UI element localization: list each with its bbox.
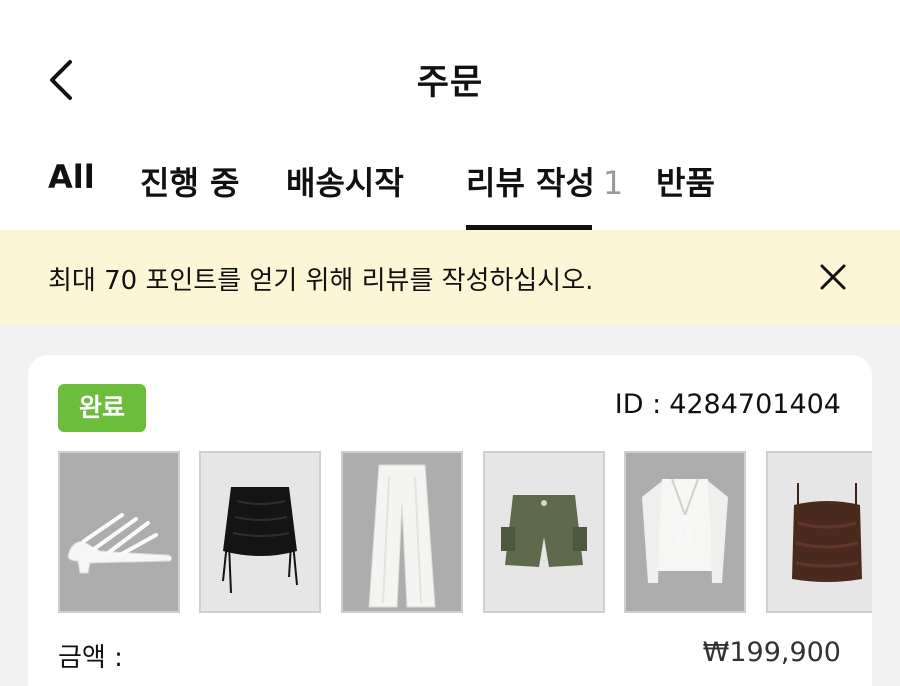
product-thumbnail[interactable]: [766, 451, 872, 613]
product-thumbnail[interactable]: [483, 451, 605, 613]
tab-count-badge: 1: [602, 164, 624, 202]
order-status-tabs: All 진행 중 배송시작 리뷰 작성 1 반품: [0, 132, 900, 230]
shorts-icon: [501, 495, 587, 567]
order-id: ID :4284701404: [615, 389, 841, 420]
product-thumbnail[interactable]: [624, 451, 746, 613]
tab-returns[interactable]: 반품: [656, 158, 715, 230]
cami-icon: [792, 483, 862, 582]
order-id-value: 4284701404: [669, 389, 841, 420]
tab-label: 리뷰 작성: [466, 164, 595, 202]
cardigan-icon: [642, 478, 728, 583]
tab-write-review[interactable]: 리뷰 작성 1: [466, 158, 623, 230]
page-title: 주문: [416, 63, 484, 103]
tab-in-progress[interactable]: 진행 중: [140, 158, 239, 230]
close-icon: [820, 264, 846, 290]
banner-text: 최대 70 포인트를 얻기 위해 리뷰를 작성하십시오.: [48, 266, 594, 296]
amount-value: ₩199,900: [702, 637, 841, 668]
product-thumbnail[interactable]: [199, 451, 321, 613]
skirt-icon: [222, 487, 298, 594]
app-header: 주문: [0, 0, 900, 132]
tab-label: 진행 중: [140, 164, 240, 202]
tab-shipped[interactable]: 배송시작: [286, 158, 404, 230]
product-thumbnail[interactable]: [58, 451, 180, 613]
product-thumbnail[interactable]: [341, 451, 463, 613]
sandal-icon: [67, 513, 173, 574]
banner-close-button[interactable]: [812, 256, 854, 298]
tab-label: All: [48, 158, 95, 196]
product-thumbnails[interactable]: [58, 451, 872, 615]
pants-icon: [368, 464, 436, 608]
order-id-label: ID :: [614, 389, 662, 420]
tab-label: 배송시작: [286, 164, 404, 202]
amount-label: 금액 :: [58, 643, 123, 673]
review-points-banner: 최대 70 포인트를 얻기 위해 리뷰를 작성하십시오.: [0, 230, 900, 326]
tab-all[interactable]: All: [48, 158, 95, 230]
order-card[interactable]: 완료 ID :4284701404 금액: ₩199,900: [28, 355, 872, 686]
status-badge: 완료: [58, 384, 146, 432]
tab-label: 반품: [656, 164, 715, 202]
